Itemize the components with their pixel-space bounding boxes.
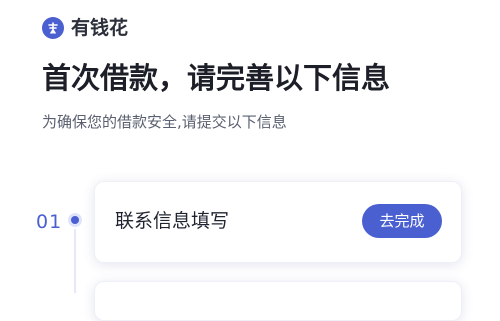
step-card-contact-info: 联系信息填写 去完成 xyxy=(94,181,462,263)
brand: 有钱花 xyxy=(42,17,128,39)
step-number: 01 xyxy=(36,211,63,233)
page-title: 首次借款，请完善以下信息 xyxy=(42,61,391,95)
step-card-next xyxy=(94,281,462,321)
step-card-label: 联系信息填写 xyxy=(115,210,230,232)
step-connector-line xyxy=(74,229,76,293)
coin-logo-icon xyxy=(42,17,64,39)
step-dot-icon xyxy=(71,216,79,224)
page-subtitle: 为确保您的借款安全,请提交以下信息 xyxy=(42,113,287,131)
complete-button[interactable]: 去完成 xyxy=(362,204,442,238)
brand-name: 有钱花 xyxy=(71,17,129,39)
